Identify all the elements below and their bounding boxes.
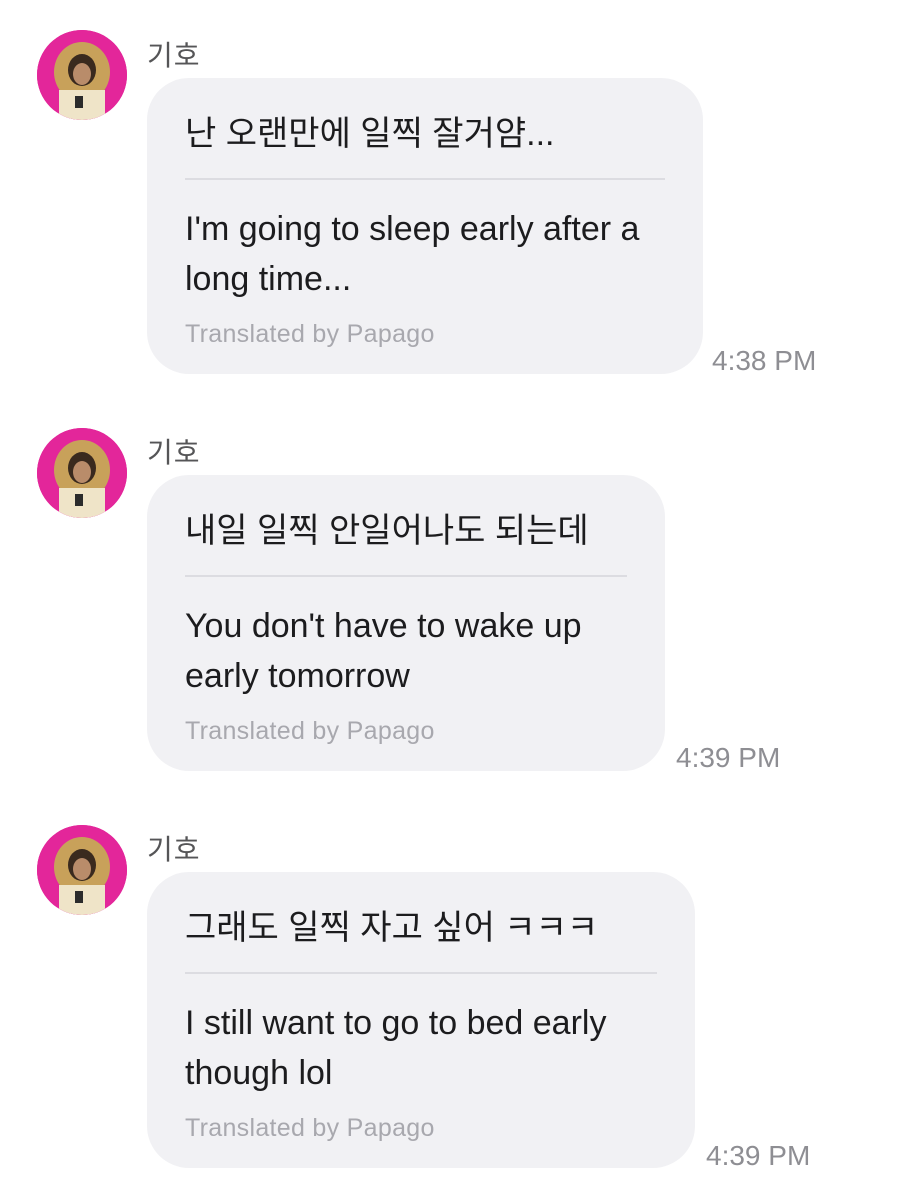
timestamp: 4:39 PM xyxy=(676,742,781,773)
sender-name: 기호 xyxy=(147,437,201,468)
message-bubble[interactable]: 그래도 일찍 자고 싶어 ㅋㅋㅋ I still want to go to b… xyxy=(147,872,695,1168)
avatar[interactable] xyxy=(37,428,127,518)
translation-credit: Translated by Papago xyxy=(185,320,435,348)
divider xyxy=(185,575,627,577)
avatar[interactable] xyxy=(37,30,127,120)
message-bubble[interactable]: 난 오랜만에 일찍 잘거얌... I'm going to sleep earl… xyxy=(147,78,703,374)
sender-name: 기호 xyxy=(147,40,201,71)
divider xyxy=(185,178,665,180)
translated-text: You don't have to wake up early tomorrow xyxy=(185,607,582,695)
original-text: 내일 일찍 안일어나도 되는데 xyxy=(185,512,589,550)
divider xyxy=(185,972,657,974)
original-text: 난 오랜만에 일찍 잘거얌... xyxy=(185,115,555,153)
translation-credit: Translated by Papago xyxy=(185,717,435,745)
timestamp: 4:39 PM xyxy=(706,1140,811,1171)
translation-credit: Translated by Papago xyxy=(185,1114,435,1142)
message-bubble[interactable]: 내일 일찍 안일어나도 되는데 You don't have to wake u… xyxy=(147,475,665,771)
avatar[interactable] xyxy=(37,825,127,915)
original-text: 그래도 일찍 자고 싶어 ㅋㅋㅋ xyxy=(185,909,599,947)
timestamp: 4:38 PM xyxy=(712,345,817,376)
sender-name: 기호 xyxy=(147,834,201,865)
translated-text: I still want to go to bed early though l… xyxy=(185,1004,607,1092)
translated-text: I'm going to sleep early after a long ti… xyxy=(185,210,640,298)
chat-thread: 기호 난 오랜만에 일찍 잘거얌... I'm going to sleep e… xyxy=(0,0,922,1200)
